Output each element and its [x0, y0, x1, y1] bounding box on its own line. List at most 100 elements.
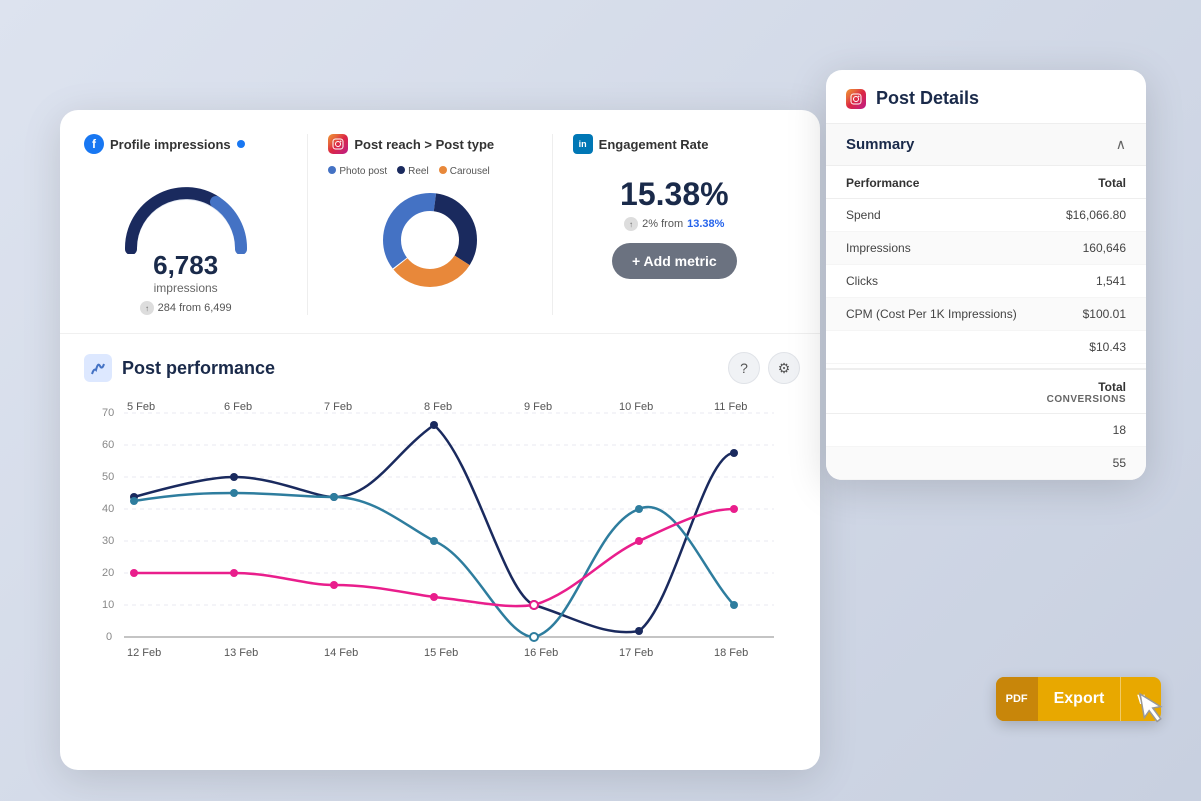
value-clicks: 1,541 — [1043, 265, 1146, 298]
table-row: 55 — [826, 447, 1146, 480]
summary-header: Summary ∧ — [826, 124, 1146, 166]
main-dashboard-card: f Profile impressions 6,783 impressions — [60, 110, 820, 770]
svg-text:15 Feb: 15 Feb — [424, 647, 458, 659]
gauge-change: ↑ 284 from 6,499 — [140, 301, 232, 315]
svg-text:50: 50 — [102, 471, 114, 483]
post-details-card: Post Details Summary ∧ Performance Total… — [826, 70, 1146, 480]
donut-legend: Photo post Reel Carousel — [328, 166, 531, 177]
engagement-value: 15.38% — [620, 176, 729, 213]
linkedin-icon: in — [573, 134, 593, 154]
cursor-icon — [1132, 685, 1175, 734]
conv-metric-1 — [826, 414, 963, 447]
svg-text:10 Feb: 10 Feb — [619, 401, 653, 413]
engagement-header: in Engagement Rate — [573, 134, 776, 154]
gear-icon[interactable]: ⚙ — [768, 352, 800, 384]
svg-text:11 Feb: 11 Feb — [714, 401, 747, 413]
metric-cpm: CPM (Cost Per 1K Impressions) — [826, 298, 1043, 331]
donut-chart — [375, 185, 485, 295]
svg-text:17 Feb: 17 Feb — [619, 647, 653, 659]
svg-text:0: 0 — [106, 631, 112, 643]
svg-text:↑: ↑ — [145, 304, 149, 313]
eng-change-from: 13.38% — [687, 218, 724, 230]
svg-text:8 Feb: 8 Feb — [424, 401, 452, 413]
svg-text:18 Feb: 18 Feb — [714, 647, 748, 659]
performance-title: Post performance — [122, 358, 275, 379]
help-icon[interactable]: ? — [728, 352, 760, 384]
svg-text:10: 10 — [102, 599, 114, 611]
svg-text:6 Feb: 6 Feb — [224, 401, 252, 413]
status-dot — [237, 140, 245, 148]
legend-photo: Photo post — [328, 166, 387, 177]
metric-extra — [826, 331, 1043, 364]
engagement-panel: 15.38% ↑ 2% from 13.38% + Add metric — [573, 166, 776, 279]
svg-text:↑: ↑ — [629, 220, 633, 229]
post-reach-label: Post reach > Post type — [354, 137, 494, 152]
export-pdf-badge: PDF — [996, 677, 1038, 721]
conversions-table: 18 55 — [826, 414, 1146, 480]
table-row: 18 — [826, 414, 1146, 447]
performance-icon — [84, 354, 112, 382]
details-title: Post Details — [876, 88, 979, 109]
svg-text:14 Feb: 14 Feb — [324, 647, 358, 659]
conversions-header: Total CONVERSIONS — [826, 370, 1146, 414]
details-header: Post Details — [826, 70, 1146, 124]
post-reach-header: Post reach > Post type — [328, 134, 531, 154]
chart-area: 70 60 50 40 30 20 10 0 — [84, 398, 796, 678]
svg-text:40: 40 — [102, 503, 114, 515]
engagement-change: ↑ 2% from 13.38% — [624, 217, 724, 231]
performance-header: Post performance — [84, 354, 796, 382]
summary-chevron-icon[interactable]: ∧ — [1116, 136, 1126, 153]
profile-impressions-panel: f Profile impressions 6,783 impressions — [84, 134, 308, 315]
value-cpm: $100.01 — [1043, 298, 1146, 331]
profile-impressions-label: Profile impressions — [110, 137, 231, 152]
metric-clicks: Clicks — [826, 265, 1043, 298]
chart-icons: ? ⚙ — [728, 352, 800, 384]
svg-text:30: 30 — [102, 535, 114, 547]
facebook-icon: f — [84, 134, 104, 154]
conv-conversions-label: CONVERSIONS — [1047, 394, 1126, 405]
eng-change-icon: ↑ — [624, 217, 638, 231]
details-instagram-icon — [846, 89, 866, 109]
metrics-row: f Profile impressions 6,783 impressions — [60, 110, 820, 334]
table-row: Clicks 1,541 — [826, 265, 1146, 298]
svg-text:60: 60 — [102, 439, 114, 451]
value-impressions: 160,646 — [1043, 232, 1146, 265]
col-total: Total — [1043, 166, 1146, 199]
svg-text:9 Feb: 9 Feb — [524, 401, 552, 413]
svg-text:5 Feb: 5 Feb — [127, 401, 155, 413]
value-extra: $10.43 — [1043, 331, 1146, 364]
conv-value-2: 55 — [963, 447, 1146, 480]
conversions-section: Total CONVERSIONS 18 55 — [826, 368, 1146, 480]
add-metric-button[interactable]: + Add metric — [612, 243, 737, 279]
table-row: Impressions 160,646 — [826, 232, 1146, 265]
gauge-unit: impressions — [154, 281, 218, 295]
table-row: Spend $16,066.80 — [826, 199, 1146, 232]
svg-text:20: 20 — [102, 567, 114, 579]
change-arrow-icon: ↑ — [140, 301, 154, 315]
performance-section: Post performance ? ⚙ 70 60 50 40 30 20 1… — [60, 334, 820, 694]
gauge-value: 6,783 — [153, 250, 218, 281]
value-spend: $16,066.80 — [1043, 199, 1146, 232]
instagram-icon — [328, 134, 348, 154]
scene: f Profile impressions 6,783 impressions — [0, 0, 1201, 801]
conv-metric-2 — [826, 447, 963, 480]
metric-spend: Spend — [826, 199, 1043, 232]
svg-text:16 Feb: 16 Feb — [524, 647, 558, 659]
eng-change-pct: 2% from — [642, 218, 683, 230]
line-chart: 70 60 50 40 30 20 10 0 — [84, 398, 784, 678]
legend-reel: Reel — [397, 166, 429, 177]
svg-text:7 Feb: 7 Feb — [324, 401, 352, 413]
export-label: Export — [1038, 677, 1121, 721]
col-performance: Performance — [826, 166, 1043, 199]
svg-text:13 Feb: 13 Feb — [224, 647, 258, 659]
table-row: CPM (Cost Per 1K Impressions) $100.01 — [826, 298, 1146, 331]
conv-total-label: Total — [1047, 380, 1126, 394]
engagement-label: Engagement Rate — [599, 137, 709, 152]
donut-container — [328, 185, 531, 295]
gauge-chart — [116, 174, 256, 254]
summary-section: Summary ∧ Performance Total Spend $16,06… — [826, 124, 1146, 480]
table-row: $10.43 — [826, 331, 1146, 364]
svg-text:70: 70 — [102, 407, 114, 419]
conv-value-1: 18 — [963, 414, 1146, 447]
gauge-change-text: 284 from 6,499 — [158, 302, 232, 314]
